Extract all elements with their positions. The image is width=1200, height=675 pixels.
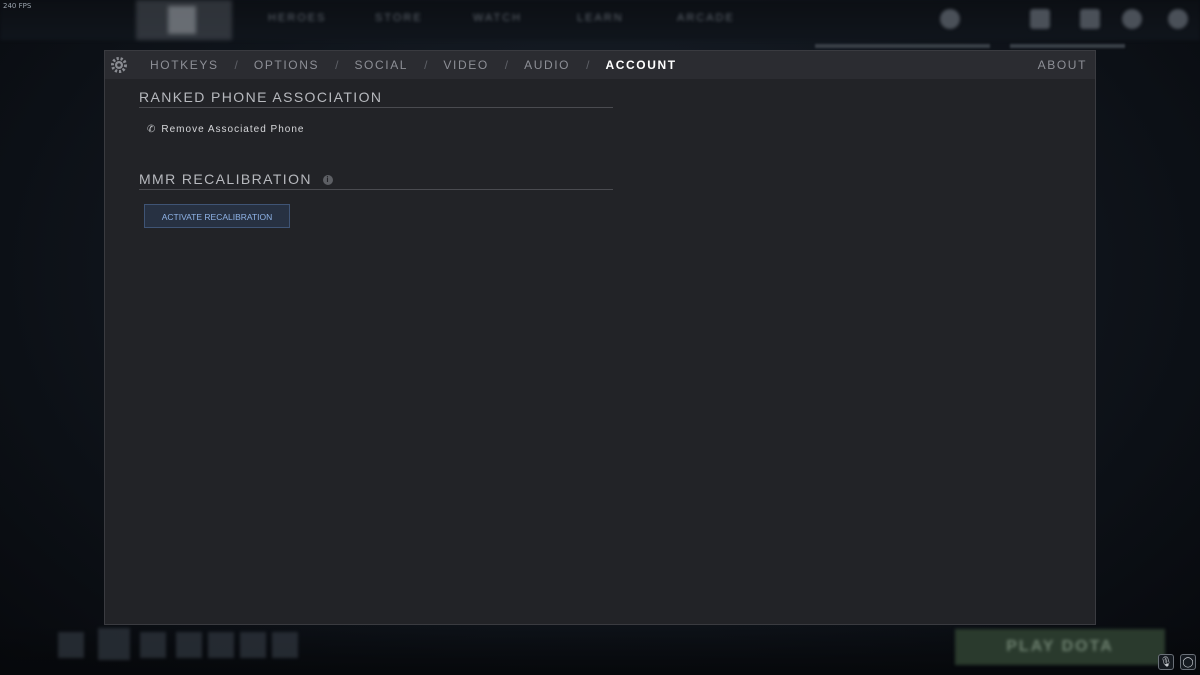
tab-audio[interactable]: AUDIO [524,58,570,72]
nav-watch[interactable]: WATCH [473,12,522,24]
background-strip [1010,44,1125,48]
microphone-icon[interactable]: 🎙 [1158,654,1174,670]
settings-panel: HOTKEYS / OPTIONS / SOCIAL / VIDEO / AUD… [104,50,1096,625]
section-title-text: MMR RECALIBRATION [139,171,312,187]
background-strip [815,44,990,48]
party-avatar[interactable] [98,628,130,660]
refresh-icon[interactable]: ◯ [1180,654,1196,670]
tab-hotkeys[interactable]: HOTKEYS [150,58,219,72]
tab-separator: / [586,58,590,72]
nav-heroes[interactable]: HEROES [268,12,326,24]
party-slot[interactable] [176,632,202,658]
tab-about[interactable]: ABOUT [1038,58,1087,72]
tab-separator: / [234,58,238,72]
avatar[interactable] [1168,9,1188,29]
nav-store[interactable]: STORE [375,12,423,24]
tab-social[interactable]: SOCIAL [354,58,408,72]
mmr-section-title: MMR RECALIBRATION i [139,171,613,190]
settings-header: HOTKEYS / OPTIONS / SOCIAL / VIDEO / AUD… [105,51,1095,79]
party-slot[interactable] [240,632,266,658]
dota-logo-icon [168,6,196,34]
tab-video[interactable]: VIDEO [443,58,488,72]
remove-phone-link[interactable]: ✆ Remove Associated Phone [147,124,304,135]
tab-separator: / [335,58,339,72]
ranked-phone-section-title: RANKED PHONE ASSOCIATION [139,89,613,108]
dashboard-icon[interactable] [1080,9,1100,29]
nav-learn[interactable]: LEARN [577,12,624,24]
party-slot[interactable] [272,632,298,658]
gear-icon[interactable] [109,55,129,75]
play-dota-button[interactable]: PLAY DOTA [955,629,1165,665]
remove-phone-label: Remove Associated Phone [161,124,305,135]
tab-separator: / [424,58,428,72]
rank-medal-icon [940,9,960,29]
tab-account[interactable]: ACCOUNT [605,58,676,72]
activate-recalibration-button[interactable]: ACTIVATE RECALIBRATION [144,204,290,228]
section-title-text: RANKED PHONE ASSOCIATION [139,89,383,105]
party-slot[interactable] [208,632,234,658]
chat-icon[interactable] [58,632,84,658]
info-icon[interactable]: i [323,175,334,186]
nav-arcade[interactable]: ARCADE [677,12,735,24]
settings-icon[interactable] [1122,9,1142,29]
phone-icon: ✆ [147,124,157,135]
fps-counter: 240 FPS [3,2,32,10]
tab-separator: / [504,58,509,72]
settings-tabs: HOTKEYS / OPTIONS / SOCIAL / VIDEO / AUD… [150,51,677,79]
inventory-icon[interactable] [1030,9,1050,29]
tab-options[interactable]: OPTIONS [254,58,319,72]
party-slot[interactable] [140,632,166,658]
